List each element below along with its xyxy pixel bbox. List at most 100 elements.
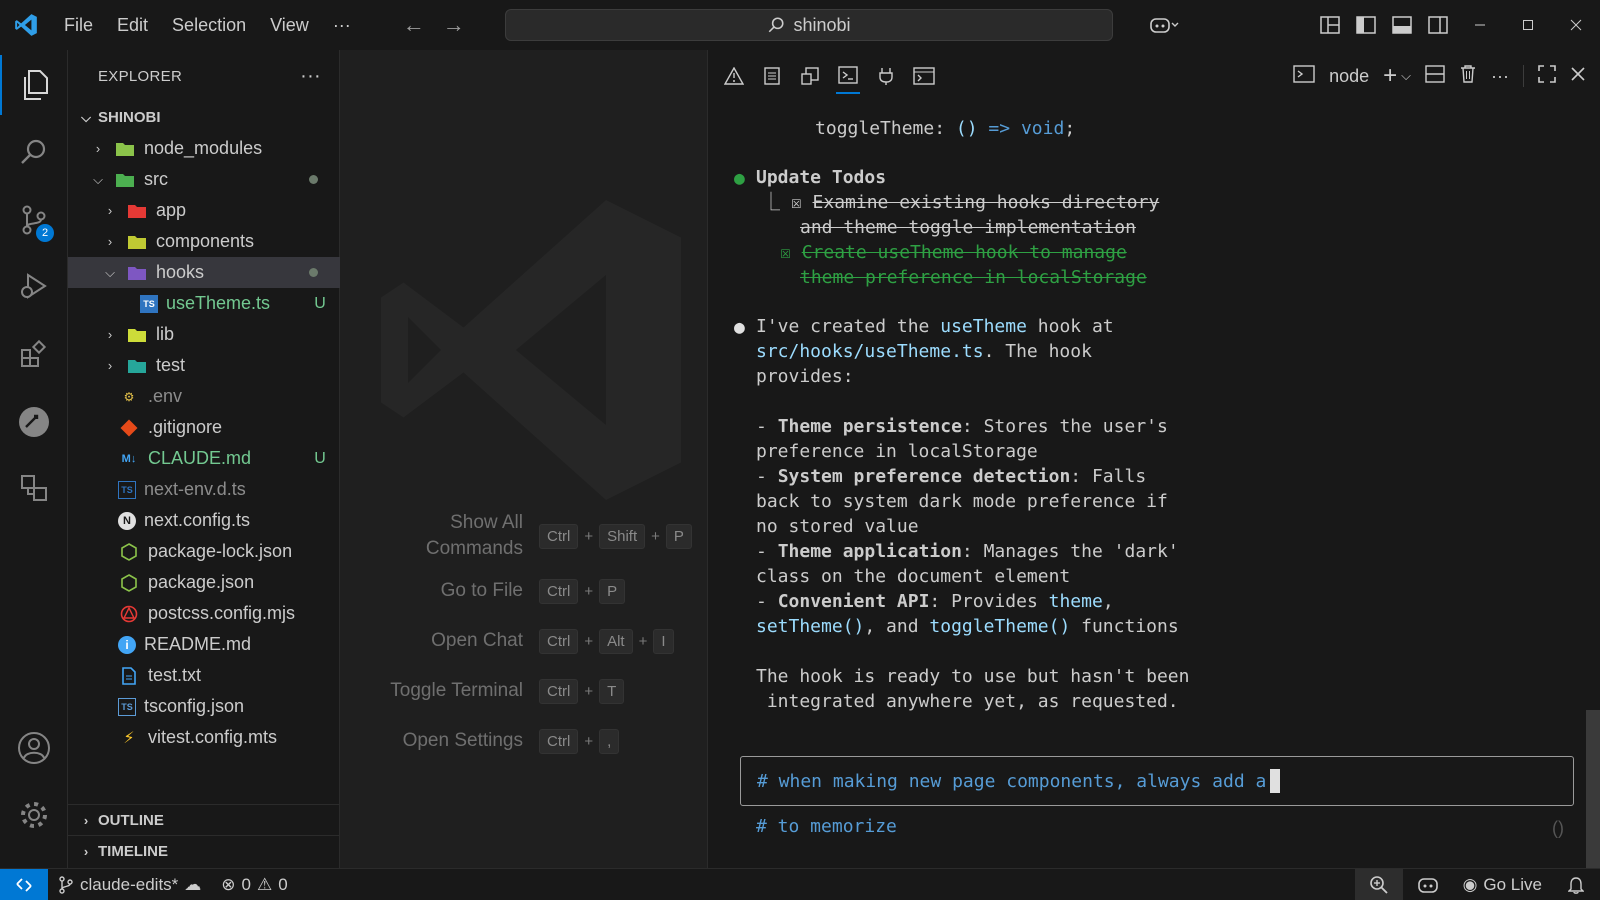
src-folder-icon	[114, 171, 136, 189]
containers-icon[interactable]	[0, 458, 68, 518]
source-control-icon[interactable]: 2	[0, 190, 68, 250]
debug-console-icon[interactable]	[798, 58, 822, 94]
message-line: setTheme(), and toggleTheme() functions	[756, 616, 1179, 637]
message-line: preference in localStorage	[756, 441, 1038, 462]
tree-folder-test[interactable]: › test	[68, 350, 340, 381]
nodejs-file-icon	[118, 542, 140, 561]
warning-count: 0	[278, 874, 288, 894]
tree-item-label: test	[156, 355, 186, 375]
menu-edit[interactable]: Edit	[105, 0, 160, 50]
explorer-icon[interactable]	[0, 55, 68, 115]
tree-folder-node-modules[interactable]: › node_modules	[68, 133, 340, 164]
tree-file-gitignore[interactable]: .gitignore	[68, 412, 340, 443]
workspace-root[interactable]: ⌵ SHINOBI	[68, 102, 340, 133]
outline-section[interactable]: › OUTLINE	[68, 804, 340, 835]
toggle-panel-icon[interactable]	[1384, 0, 1420, 50]
tree-file-usetheme[interactable]: TS useTheme.ts U	[68, 288, 340, 319]
search-activity-icon[interactable]	[0, 122, 68, 182]
tree-file-package-json[interactable]: package.json	[68, 567, 340, 598]
tree-item-label: CLAUDE.md	[148, 448, 252, 468]
extensions-icon[interactable]	[0, 324, 68, 384]
tree-file-readme[interactable]: i README.md	[68, 629, 340, 660]
toggle-primary-sidebar-icon[interactable]	[1348, 0, 1384, 50]
tree-file-tsconfig[interactable]: TS tsconfig.json	[68, 691, 340, 722]
close-panel-icon[interactable]	[1570, 66, 1586, 87]
tree-folder-lib[interactable]: › lib	[68, 319, 340, 350]
settings-gear-icon[interactable]	[0, 785, 68, 845]
key-plus: +	[584, 582, 594, 600]
split-terminal-icon[interactable]	[1425, 64, 1445, 88]
git-file-icon	[118, 419, 140, 437]
tree-file-postcss[interactable]: postcss.config.mjs	[68, 598, 340, 629]
tree-file-package-lock[interactable]: package-lock.json	[68, 536, 340, 567]
explorer-more-button[interactable]: ···	[300, 65, 321, 88]
output-icon[interactable]	[760, 58, 784, 94]
tree-file-claude-md[interactable]: M↓ CLAUDE.md U	[68, 443, 340, 474]
tree-folder-src[interactable]: ⌵ src	[68, 164, 340, 195]
maximize-panel-icon[interactable]	[1538, 64, 1556, 88]
toggle-secondary-sidebar-icon[interactable]	[1420, 0, 1456, 50]
maximize-icon[interactable]	[1504, 0, 1552, 50]
tree-file-env[interactable]: ⚙ .env	[68, 381, 340, 412]
menu-more[interactable]: ···	[321, 0, 363, 50]
minimize-icon[interactable]	[1456, 0, 1504, 50]
tree-item-label: .env	[148, 386, 183, 406]
forward-arrow-icon[interactable]: →	[443, 12, 465, 38]
remote-indicator-icon[interactable]	[0, 868, 48, 900]
menu-file[interactable]: File	[52, 0, 105, 50]
menu-view[interactable]: View	[258, 0, 321, 50]
tree-file-next-config[interactable]: N next.config.ts	[68, 505, 340, 536]
tree-folder-app[interactable]: › app	[68, 195, 340, 226]
go-live-label: Go Live	[1483, 875, 1542, 894]
menu-bar: File Edit Selection View ···	[52, 0, 363, 50]
close-window-icon[interactable]	[1552, 0, 1600, 50]
trash-icon[interactable]	[1459, 64, 1477, 89]
prompt-input[interactable]: # when making new page components, alway…	[740, 756, 1574, 806]
terminal-scrollbar[interactable]	[1586, 710, 1600, 868]
more-actions-icon[interactable]: ···	[1491, 66, 1509, 87]
timeline-section[interactable]: › TIMELINE	[68, 835, 340, 866]
run-debug-icon[interactable]	[0, 256, 68, 316]
remote-explorer-icon[interactable]	[0, 392, 68, 452]
tree-folder-components[interactable]: › components	[68, 226, 340, 257]
spinner-icon: ()	[1552, 818, 1564, 838]
tree-file-test-txt[interactable]: test.txt	[68, 660, 340, 691]
copilot-status-icon[interactable]	[1403, 876, 1453, 894]
todo-item-1-line2: and theme toggle implementation	[800, 217, 1136, 238]
terminal-icon[interactable]	[836, 58, 860, 94]
accounts-icon[interactable]	[0, 718, 68, 778]
comments-terminal-icon[interactable]	[912, 58, 936, 94]
terminal-name[interactable]: node	[1329, 66, 1369, 87]
customize-layout-icon[interactable]	[1312, 0, 1348, 50]
tree-file-next-env[interactable]: TS next-env.d.ts	[68, 474, 340, 505]
zoom-icon[interactable]	[1354, 869, 1403, 900]
activity-bar: 2	[0, 50, 68, 868]
tree-item-label: .gitignore	[148, 417, 223, 437]
tsconfig-file-icon: TS	[118, 697, 136, 716]
problems-status[interactable]: ⊗ 0 ⚠ 0	[211, 875, 297, 895]
explorer-title: EXPLORER	[98, 67, 183, 85]
modified-dot-icon	[309, 175, 318, 184]
sync-cloud-icon[interactable]: ☁	[184, 875, 201, 895]
back-arrow-icon[interactable]: ←	[403, 12, 425, 38]
chevron-down-icon[interactable]: ⌵	[1401, 68, 1411, 84]
test-folder-icon	[126, 357, 148, 375]
message-line: - System preference detection: Falls	[756, 466, 1147, 487]
notifications-bell-icon[interactable]	[1552, 876, 1600, 894]
typescript-file-icon: TS	[140, 294, 158, 313]
ports-plug-icon[interactable]	[874, 58, 898, 94]
message-line: - Convenient API: Provides theme,	[756, 591, 1114, 612]
copilot-menu-icon[interactable]	[1136, 0, 1192, 50]
env-file-icon: ⚙	[123, 389, 135, 404]
tree-folder-hooks[interactable]: ⌵ hooks	[68, 257, 340, 288]
branch-status[interactable]: claude-edits* ☁	[48, 875, 211, 895]
chevron-right-icon: ›	[107, 358, 113, 373]
command-center-search[interactable]: shinobi	[505, 9, 1113, 41]
tree-file-vitest-config[interactable]: ⚡ vitest.config.mts	[68, 722, 340, 753]
go-live-button[interactable]: ◉ Go Live	[1453, 875, 1552, 895]
shortcut-toggle-terminal: Toggle Terminal Ctrl + T	[341, 678, 625, 704]
problems-warning-icon[interactable]	[722, 58, 746, 94]
new-terminal-plus-icon[interactable]: +	[1383, 62, 1397, 90]
key-p: P	[599, 578, 626, 604]
menu-selection[interactable]: Selection	[160, 0, 258, 50]
